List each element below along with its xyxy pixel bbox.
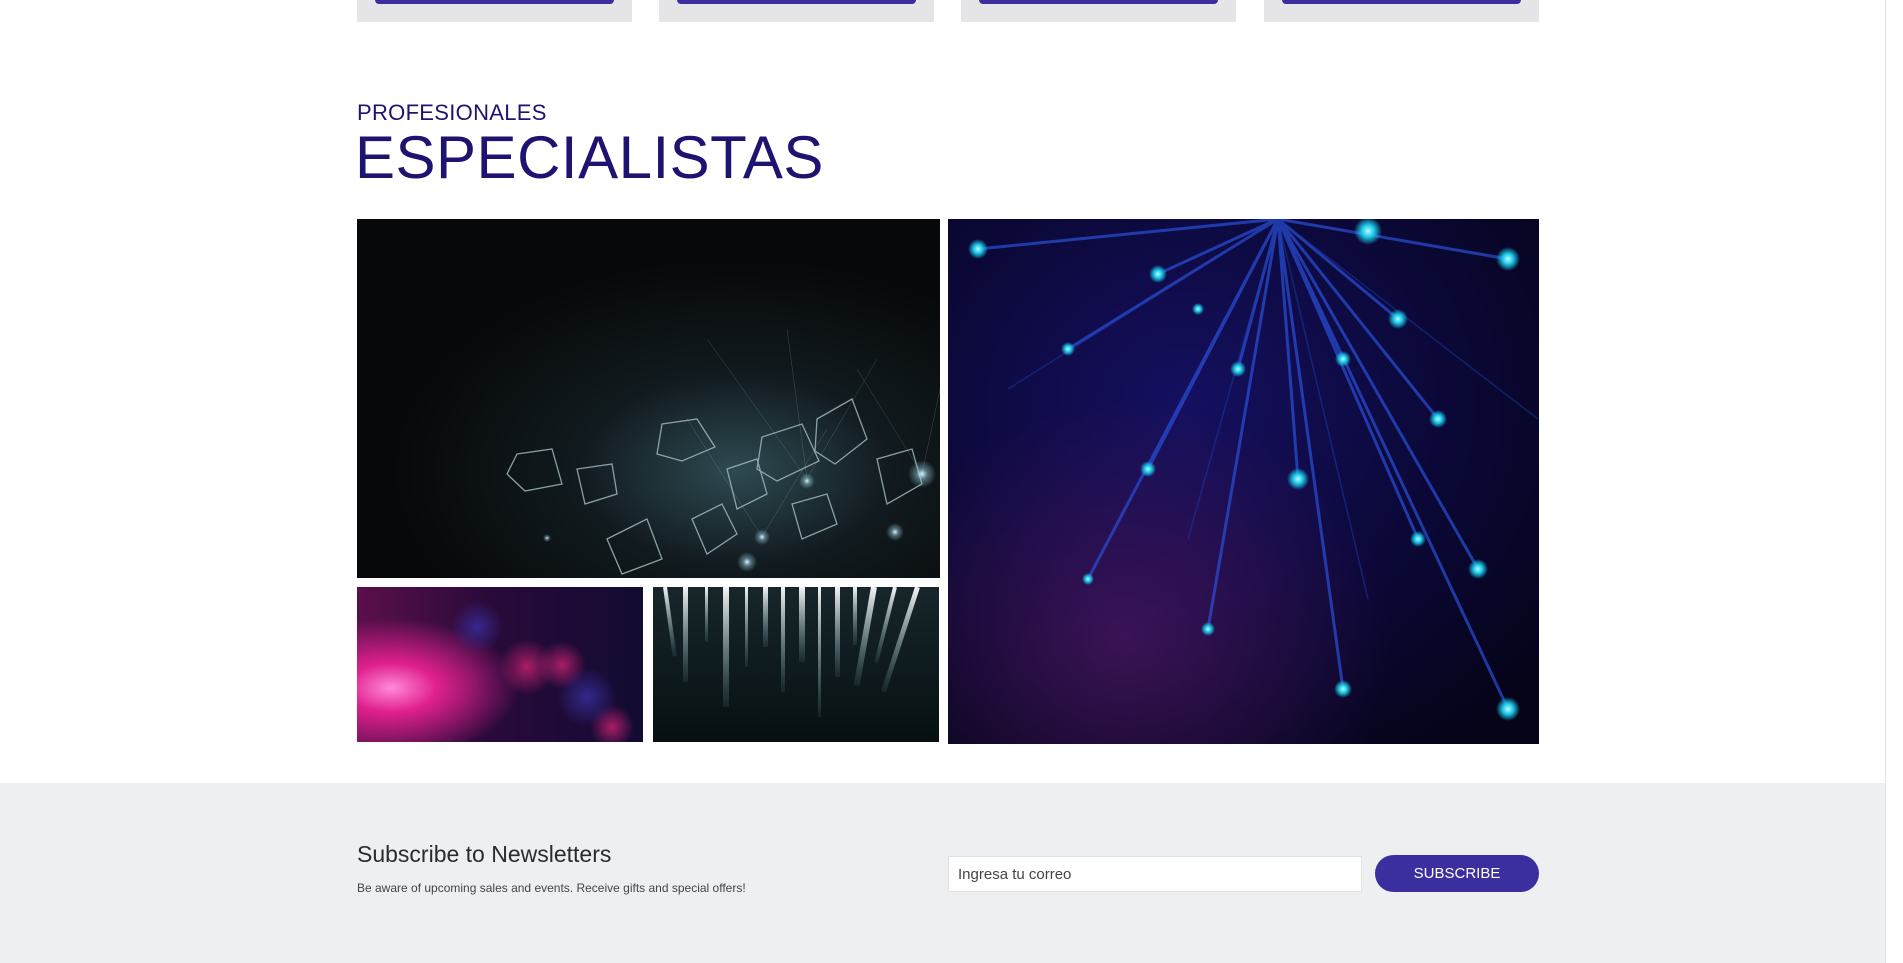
newsletter-subtitle: Be aware of upcoming sales and events. R… bbox=[357, 881, 746, 895]
fiber-optic-burst-image bbox=[948, 219, 1539, 744]
card-button[interactable] bbox=[677, 0, 916, 4]
hexagon-light-installation-image bbox=[357, 219, 940, 578]
page: PROFESIONALES ESPECIALISTAS Subscribe to… bbox=[0, 0, 1903, 963]
subscribe-button[interactable]: SUBSCRIBE bbox=[1375, 855, 1539, 892]
card-button[interactable] bbox=[1282, 0, 1521, 4]
scrollbar[interactable] bbox=[1885, 0, 1903, 963]
card-button[interactable] bbox=[979, 0, 1218, 4]
service-card bbox=[659, 0, 934, 22]
newsletter-section: Subscribe to Newsletters Be aware of upc… bbox=[0, 783, 1885, 963]
light-streaks-image bbox=[653, 587, 939, 742]
service-cards-strip bbox=[357, 0, 1539, 22]
card-button[interactable] bbox=[375, 0, 614, 4]
section-title: ESPECIALISTAS bbox=[355, 124, 824, 191]
service-card bbox=[1264, 0, 1539, 22]
service-card bbox=[961, 0, 1236, 22]
newsletter-title: Subscribe to Newsletters bbox=[357, 841, 612, 867]
email-field[interactable] bbox=[948, 856, 1362, 892]
service-card bbox=[357, 0, 632, 22]
section-eyebrow: PROFESIONALES bbox=[357, 100, 547, 125]
pink-bokeh-image bbox=[357, 587, 643, 742]
